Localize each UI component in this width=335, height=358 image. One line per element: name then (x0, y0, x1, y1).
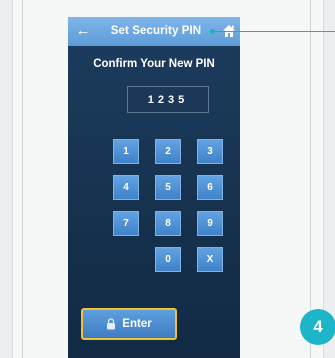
keypad-key-1[interactable]: 1 (113, 139, 139, 164)
keypad-key-6[interactable]: 6 (197, 175, 223, 200)
keypad-clear-key[interactable]: X (197, 247, 223, 272)
pin-display-field[interactable]: 1235 (127, 86, 209, 113)
frame-guide-line (310, 0, 311, 358)
keypad-key-9[interactable]: 9 (197, 211, 223, 236)
keypad-key-5[interactable]: 5 (155, 175, 181, 200)
page-title: Set Security PIN (110, 25, 202, 37)
keypad-key-7[interactable]: 7 (113, 211, 139, 236)
keypad-key-3[interactable]: 3 (197, 139, 223, 164)
confirm-pin-heading: Confirm Your New PIN (93, 58, 215, 70)
enter-button[interactable]: Enter (81, 308, 177, 340)
frame-guide-line (22, 0, 23, 358)
keypad-key-4[interactable]: 4 (113, 175, 139, 200)
lock-icon (107, 318, 116, 330)
enter-button-label: Enter (122, 318, 152, 330)
callout-line (215, 31, 335, 32)
step-number-badge: 4 (300, 309, 335, 345)
back-arrow-icon[interactable]: ← (75, 21, 91, 41)
keypad-key-0[interactable]: 0 (155, 247, 181, 272)
keypad-key-2[interactable]: 2 (155, 139, 181, 164)
device-screen: ← Set Security PIN Confirm Your New PIN … (68, 17, 240, 358)
keypad-key-8[interactable]: 8 (155, 211, 181, 236)
